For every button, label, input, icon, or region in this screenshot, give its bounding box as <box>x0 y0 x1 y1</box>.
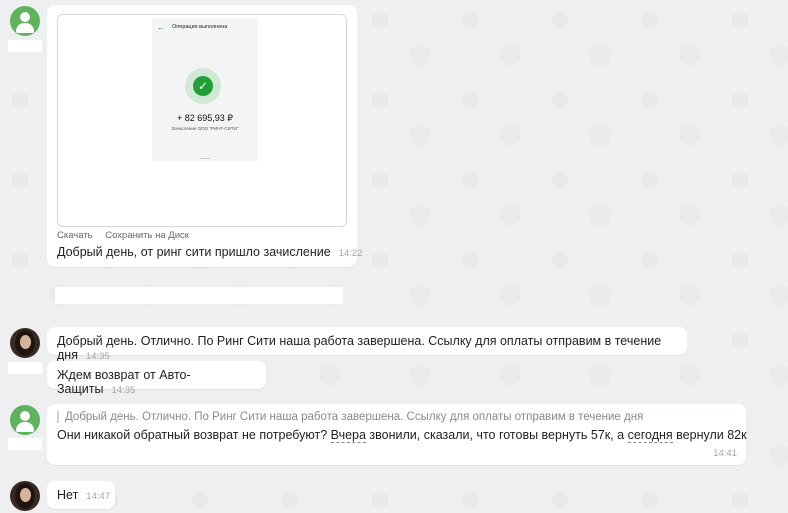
user-avatar-client[interactable] <box>10 405 40 435</box>
receipt-subtitle: Зачисление ООО "РИНГ-СИТИ" <box>171 126 239 131</box>
user-avatar-client[interactable] <box>10 6 40 36</box>
media-actions: Скачать Сохранить на Диск <box>57 230 199 241</box>
save-to-disk-link[interactable]: Сохранить на Диск <box>105 230 189 241</box>
message-body: Добрый день. Отлично. По Ринг Сити наша … <box>57 334 662 362</box>
download-link[interactable]: Скачать <box>57 230 93 241</box>
message-bubble-media: ← Операция выполнена ✓ + 82 695,93 ₽ Зач… <box>47 5 362 267</box>
message-time: 14:47 <box>86 491 111 502</box>
redacted-name <box>8 40 42 52</box>
message-text: Они никакой обратный возврат не потребую… <box>57 428 747 443</box>
user-avatar-manager[interactable] <box>10 481 40 511</box>
message-time-wrap: 14:41 <box>705 445 737 459</box>
quoted-message[interactable]: Добрый день. Отлично. По Ринг Сити наша … <box>57 411 736 423</box>
receipt-title: Операция выполнена <box>172 24 228 30</box>
message-bubble: Ждем возврат от Авто-Защиты 14:35 <box>47 361 266 396</box>
receipt-divider <box>200 158 210 159</box>
receipt-amount: + 82 695,93 ₽ <box>176 113 234 123</box>
redacted-block <box>55 287 343 304</box>
message-body: Добрый день, от ринг сити пришло зачисле… <box>57 245 331 259</box>
message-body: вернули 82к <box>672 428 747 442</box>
message-time: 14:35 <box>111 385 136 396</box>
message-body: Нет <box>57 488 79 502</box>
message-body: Они никакой обратный возврат не потребую… <box>57 428 331 442</box>
redacted-name <box>8 438 42 450</box>
message-bubble-reply: Добрый день. Отлично. По Ринг Сити наша … <box>47 404 747 465</box>
receipt-image[interactable]: ← Операция выполнена ✓ + 82 695,93 ₽ Зач… <box>57 14 347 227</box>
redacted-name <box>8 362 42 374</box>
receipt-screenshot: ← Операция выполнена ✓ + 82 695,93 ₽ Зач… <box>152 18 258 161</box>
message-bubble: Нет 14:47 <box>47 481 115 509</box>
date-link[interactable]: Вчера <box>330 428 366 443</box>
message-text: Добрый день, от ринг сити пришло зачисле… <box>57 245 362 259</box>
message-bubble: Добрый день. Отлично. По Ринг Сити наша … <box>47 327 687 362</box>
success-check-icon: ✓ <box>185 68 221 104</box>
message-time: 14:22 <box>338 248 363 259</box>
message-time: 14:41 <box>713 448 737 459</box>
user-avatar-manager[interactable] <box>10 328 40 358</box>
date-link[interactable]: сегодня <box>627 428 673 443</box>
message-body: звонили, сказали, что готовы вернуть 57к… <box>365 428 628 442</box>
back-arrow-icon: ← <box>157 23 165 32</box>
